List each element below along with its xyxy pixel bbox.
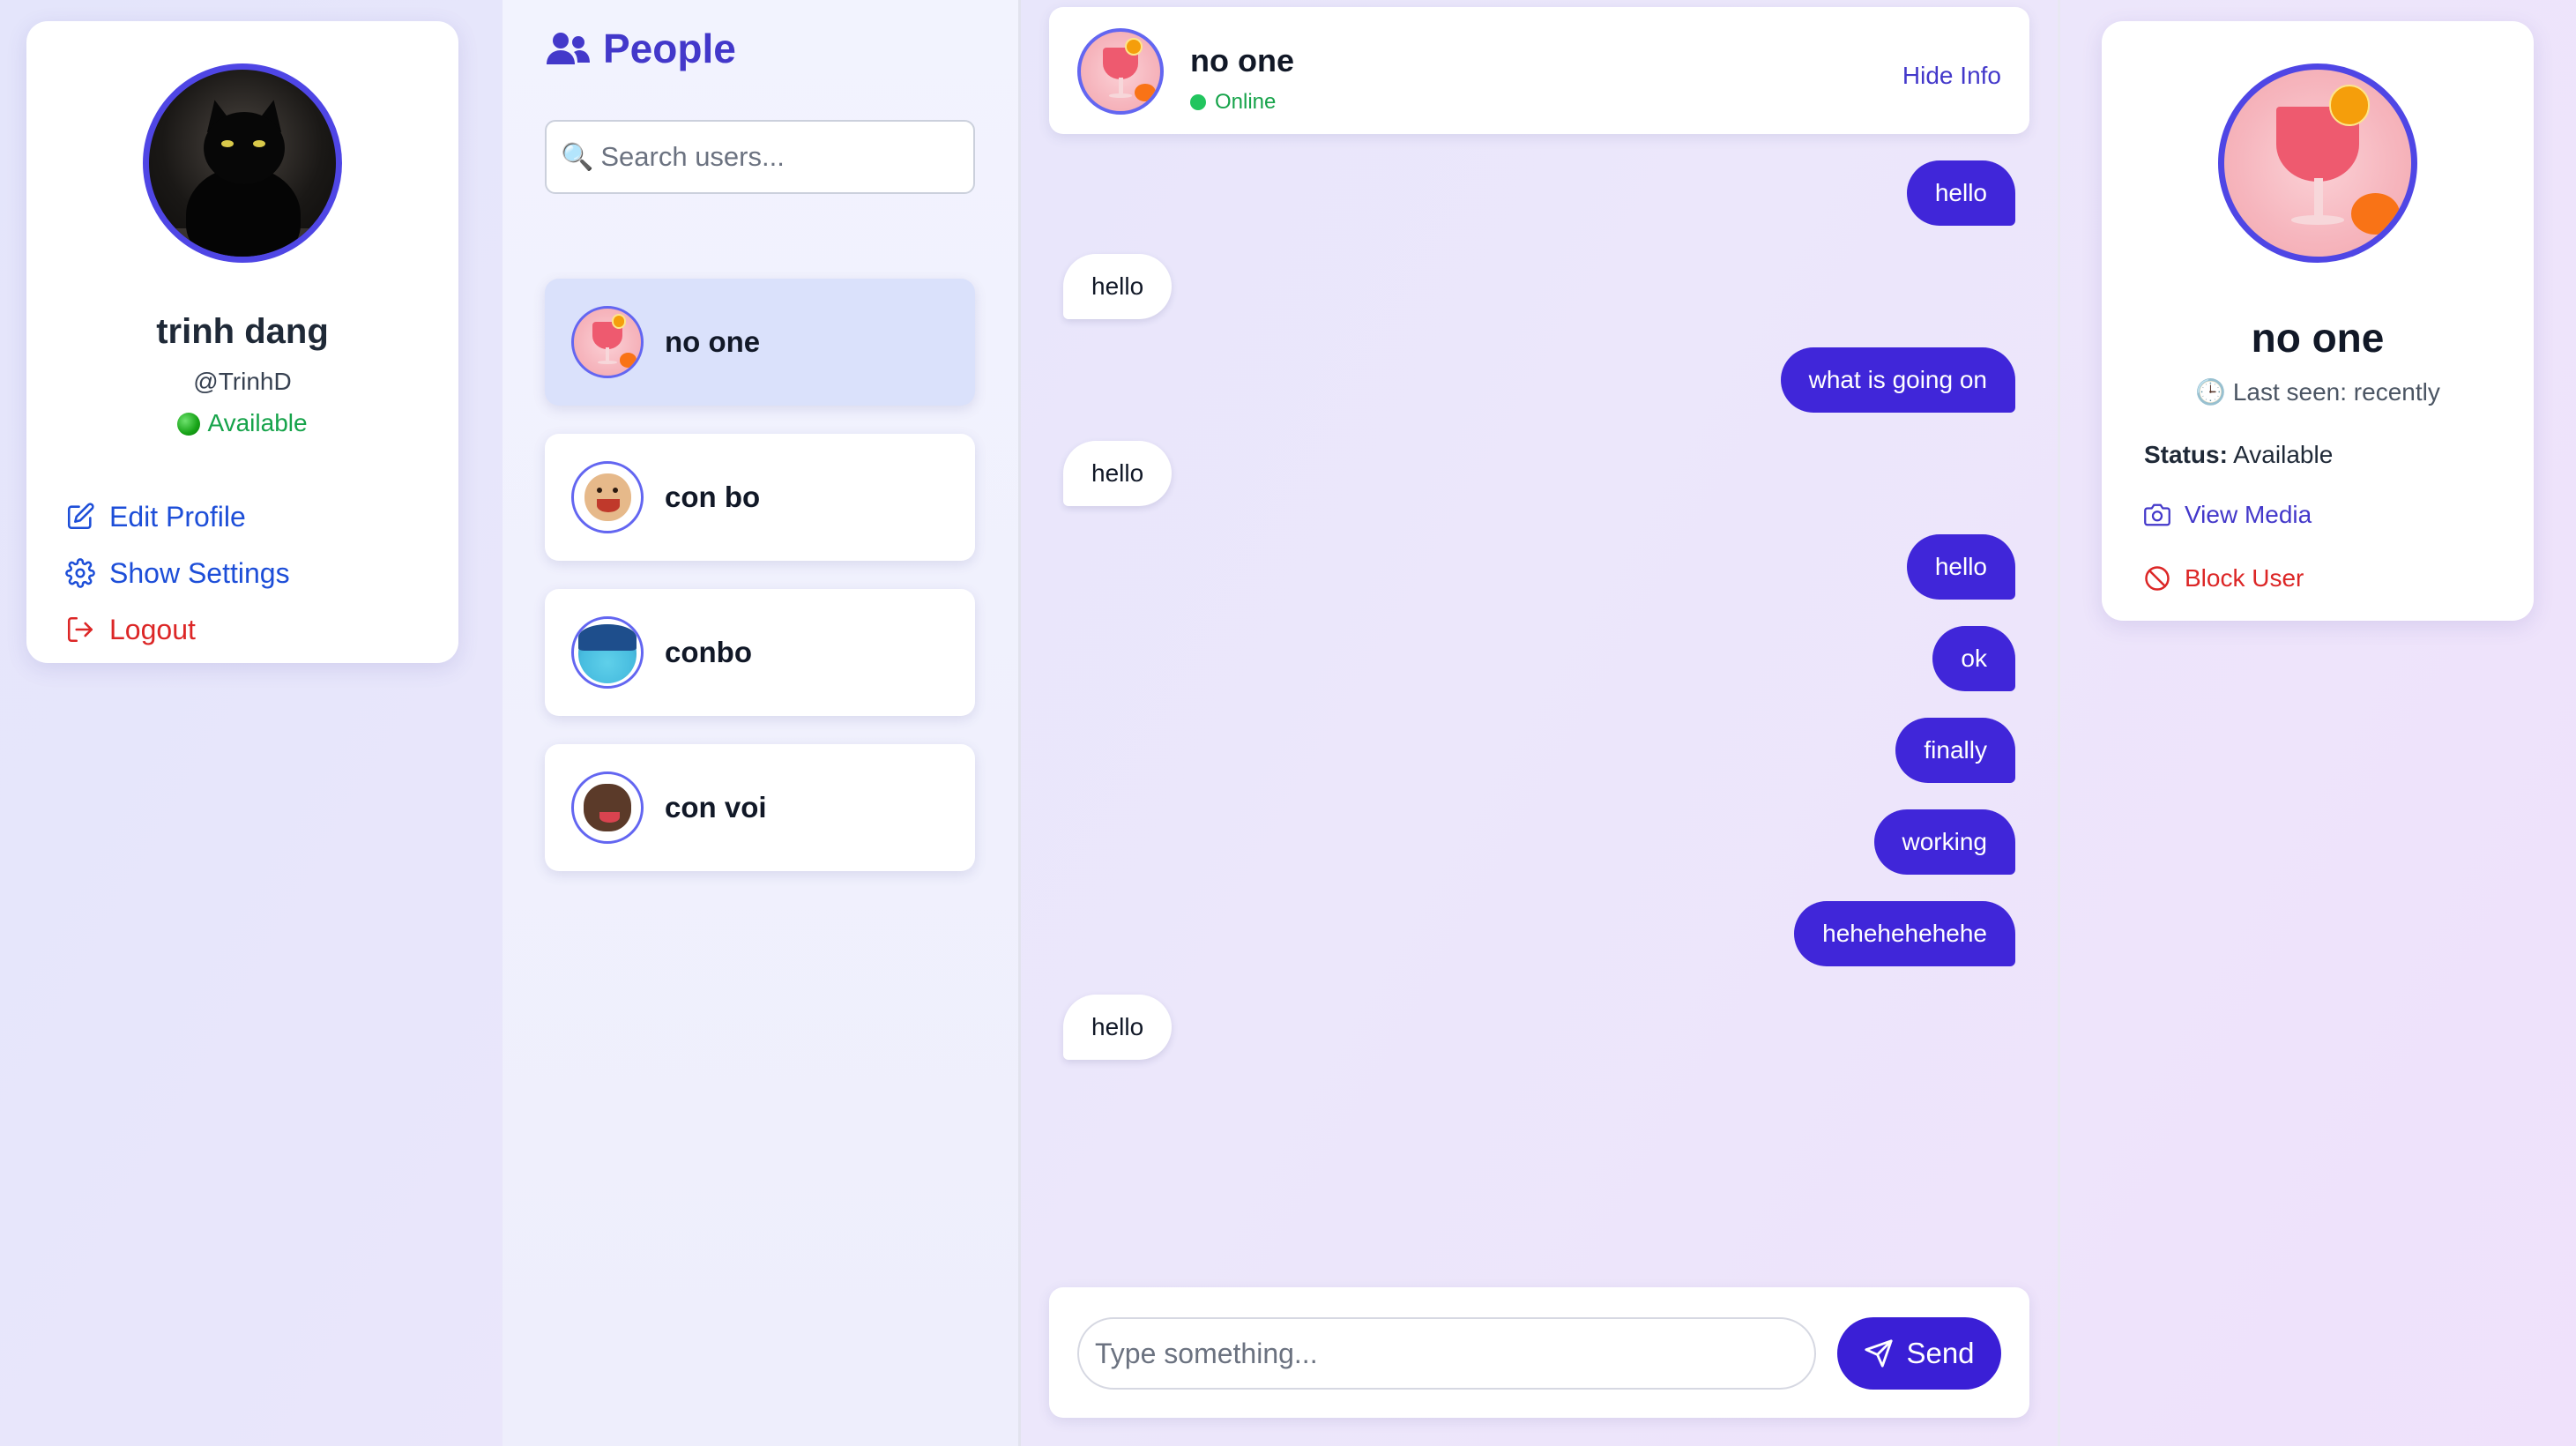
message-bubble-incoming: hello [1063,441,1173,506]
message-bubble-incoming: hello [1063,995,1173,1060]
contact-status: Status: Available [2144,441,2333,469]
message-bubble-outgoing: hello [1906,160,2015,226]
user-name: con bo [665,481,761,513]
people-panel: People 🔍 no one con bo conbo con voi [503,0,1021,1446]
status-value: Available [2233,441,2334,468]
profile-handle: @TrinhD [193,368,292,395]
block-user-label: Block User [2185,564,2304,592]
message-bubble-outgoing: what is going on [1780,347,2015,413]
people-title-label: People [603,26,736,71]
contact-info-avatar [2218,63,2417,263]
message-input[interactable] [1077,1317,1816,1390]
profile-menu: Edit Profile Show Settings Logout [65,488,290,658]
message-bubble-outgoing: working [1873,809,2015,875]
avatar [571,461,644,533]
profile-name: trinh dang [156,312,329,351]
send-label: Send [1906,1337,1975,1369]
contact-info-card: no one 🕒 Last seen: recently Status: Ava… [2102,21,2534,621]
view-media-button[interactable]: View Media [2144,501,2312,529]
camera-icon [2144,502,2170,528]
avatar [571,306,644,378]
last-seen-label: Last seen: recently [2232,378,2440,406]
message-bubble-outgoing: hehehehehehe [1794,901,2015,966]
online-dot-icon [1190,94,1206,110]
chat-header: no one Online Hide Info [1049,7,2029,134]
view-media-label: View Media [2185,501,2312,528]
online-status-label: Online [1215,90,1277,114]
show-settings-label: Show Settings [109,556,290,589]
hide-info-button[interactable]: Hide Info [1902,62,2001,90]
user-card-no-one[interactable]: no one [545,279,975,406]
online-status: Online [1190,90,1276,115]
panel-divider [2058,0,2060,1446]
search-icon: 🔍 [561,142,594,172]
chat-avatar [1077,28,1164,115]
logout-icon [65,615,95,645]
gear-icon [65,558,95,588]
message-bubble-outgoing: hello [1906,534,2015,600]
search-box: 🔍 [545,120,975,194]
avatar [571,771,644,844]
user-card-con-voi[interactable]: con voi [545,744,975,871]
user-name: no one [665,325,761,358]
users-icon [545,31,591,66]
block-icon [2144,565,2170,592]
user-name: con voi [665,791,767,824]
contact-info-name: no one [2251,315,2385,361]
show-settings-button[interactable]: Show Settings [65,545,290,601]
user-card-con-bo[interactable]: con bo [545,434,975,561]
user-card-conbo[interactable]: conbo [545,589,975,716]
user-name: conbo [665,636,752,668]
green-circle-icon [177,413,201,436]
message-bubble-outgoing: ok [1932,626,2015,691]
avatar [571,616,644,689]
clock-icon: 🕒 [2195,378,2227,406]
last-seen: 🕒 Last seen: recently [2102,377,2534,406]
profile-card: trinh dang @TrinhD Available Edit Profil… [26,21,458,663]
edit-profile-button[interactable]: Edit Profile [65,488,290,545]
block-user-button[interactable]: Block User [2144,564,2304,593]
people-title: People [545,25,736,72]
edit-icon [65,502,95,532]
send-icon [1864,1338,1894,1368]
profile-status: Available [26,409,458,437]
profile-avatar [143,63,342,263]
send-button[interactable]: Send [1837,1317,2001,1390]
search-input[interactable] [600,141,972,173]
message-bubble-incoming: hello [1063,254,1173,319]
profile-status-label: Available [207,409,308,436]
status-label: Status: [2144,441,2228,468]
message-bubble-outgoing: finally [1895,718,2015,783]
chat-contact-name: no one [1190,42,1294,78]
logout-button[interactable]: Logout [65,601,290,658]
edit-profile-label: Edit Profile [109,500,246,533]
logout-label: Logout [109,613,196,645]
message-composer: Send [1049,1287,2029,1418]
